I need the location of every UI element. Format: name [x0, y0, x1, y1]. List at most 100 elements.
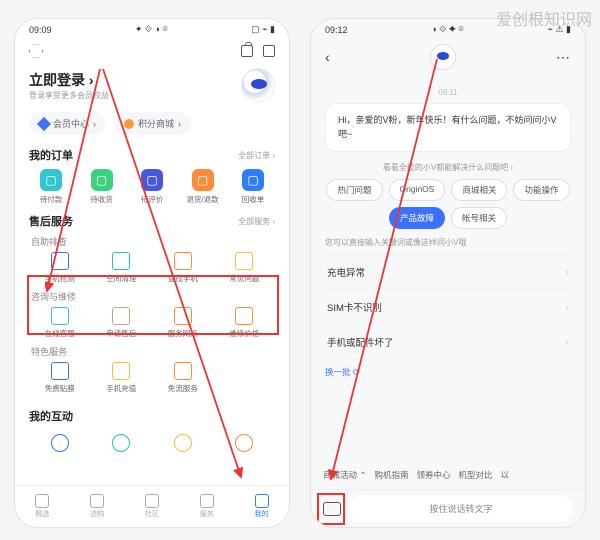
statusbar-left: 09:09 ✦ ⟐ ◑ ⌾ ▢ ⌁ ▮ [15, 19, 289, 40]
login-button[interactable]: 立即登录 › [29, 70, 109, 90]
hint-input: 您可以直接输入关键词或像这样问小V哦 [325, 237, 571, 248]
special-item-2[interactable]: 免流服务 [152, 362, 214, 394]
service-label: 服务网点 [168, 328, 198, 339]
self-check-item-2[interactable]: 查找手机 [152, 252, 214, 284]
order-item-4[interactable]: ▢ 回收单 [231, 169, 275, 205]
consult-item-0[interactable]: 在线客服 [29, 307, 91, 339]
member-center-pill[interactable]: 会员中心› [29, 112, 106, 135]
interact-title: 我的互动 [29, 408, 73, 424]
self-check-item-3[interactable]: 常见问题 [214, 252, 276, 284]
order-icon: ▢ [141, 169, 163, 191]
special-item-0[interactable]: 免费贴膜 [29, 362, 91, 394]
suggestion-4[interactable]: 以 [501, 469, 510, 481]
refresh-button[interactable]: 换一批 ⟳ [325, 366, 571, 378]
cart-icon[interactable] [241, 45, 253, 57]
interact-icon-4[interactable] [235, 434, 253, 452]
chip-3[interactable]: 功能操作 [513, 179, 569, 201]
order-item-2[interactable]: ▢ 待评价 [130, 169, 174, 205]
voice-input[interactable]: 按住说话转文字 [349, 495, 573, 522]
suggestion-0[interactable]: 商城活动 ⌃ [323, 469, 366, 481]
service-icon [112, 362, 130, 380]
message-icon[interactable] [263, 45, 275, 57]
nav-label: 服务 [200, 509, 214, 519]
chip-5[interactable]: 帐号相关 [451, 207, 507, 229]
order-icon: ▢ [242, 169, 264, 191]
order-label: 退货/退款 [186, 194, 218, 205]
settings-icon[interactable] [29, 44, 43, 58]
back-button[interactable]: ‹ [325, 49, 330, 65]
consult-item-2[interactable]: 服务网点 [152, 307, 214, 339]
special-service-subtitle: 特色服务 [31, 345, 275, 358]
nav-label: 社区 [145, 509, 159, 519]
special-item-1[interactable]: 手机充值 [91, 362, 153, 394]
service-icon [51, 307, 69, 325]
nav-label: 选购 [90, 509, 104, 519]
order-item-0[interactable]: ▢ 待付款 [29, 169, 73, 205]
nav-3[interactable]: 服务 [200, 494, 214, 519]
all-services-link[interactable]: 全部服务 › [238, 216, 275, 227]
order-icon: ▢ [91, 169, 113, 191]
suggestion-3[interactable]: 机型对比 [459, 469, 493, 481]
chip-4[interactable]: 产品故障 [389, 207, 445, 229]
consult-repair-subtitle: 咨询与维修 [31, 290, 275, 303]
hint-capabilities[interactable]: 看看全能的小V都能解决什么问题吧 › [325, 162, 571, 173]
watermark: 爱创根知识网 [496, 6, 592, 30]
service-label: 免费贴膜 [45, 383, 75, 394]
chat-timestamp: 09:11 [325, 88, 571, 97]
status-right: ▢ ⌁ ▮ [251, 24, 275, 35]
qa-text: SIM卡不识别 [327, 300, 382, 314]
aftersale-title: 售后服务 [29, 213, 73, 229]
more-icon[interactable]: ⋯ [556, 49, 571, 66]
consult-item-1[interactable]: 申请售后 [91, 307, 153, 339]
status-time: 09:12 [325, 25, 348, 35]
chip-0[interactable]: 热门问题 [326, 179, 382, 201]
qa-item-0[interactable]: 充电异常 › [325, 255, 571, 290]
service-icon [174, 307, 192, 325]
service-icon [174, 252, 192, 270]
nav-icon [200, 494, 214, 508]
chip-1[interactable]: OriginOS [389, 179, 446, 201]
keyboard-icon[interactable] [323, 502, 341, 516]
service-icon [235, 252, 253, 270]
interact-icon-2[interactable] [112, 434, 130, 452]
service-icon [51, 252, 69, 270]
order-item-3[interactable]: ▢ 退货/退款 [181, 169, 225, 205]
nav-0[interactable]: 精选 [35, 494, 49, 519]
all-orders-link[interactable]: 全部订单 › [238, 150, 275, 161]
login-subtitle: 登录享受更多会员权益 [29, 90, 109, 101]
coin-icon [124, 119, 134, 129]
qa-item-1[interactable]: SIM卡不识别 › [325, 290, 571, 325]
qa-item-2[interactable]: 手机或配件坏了 › [325, 325, 571, 360]
service-label: 常见问题 [229, 273, 259, 284]
nav-4[interactable]: 我的 [255, 494, 269, 519]
service-label: 维修价格 [229, 328, 259, 339]
nav-icon [255, 494, 269, 508]
suggestion-1[interactable]: 购机指南 [374, 469, 408, 481]
self-check-item-0[interactable]: 手机检测 [29, 252, 91, 284]
avatar[interactable] [241, 68, 275, 102]
diamond-icon [37, 116, 51, 130]
phone-right: 09:12 ◑ ⟐ ✦ ⌾ ⌁ ⚠ ▮ ‹ ⋯ 09:11 Hi，亲爱的V粉，新… [310, 18, 586, 528]
nav-2[interactable]: 社区 [145, 494, 159, 519]
service-icon [112, 252, 130, 270]
qa-text: 手机或配件坏了 [327, 335, 394, 349]
order-item-1[interactable]: ▢ 待收货 [80, 169, 124, 205]
nav-1[interactable]: 选购 [90, 494, 104, 519]
order-icon: ▢ [192, 169, 214, 191]
points-mall-pill[interactable]: 积分商城› [114, 112, 191, 135]
status-indicators: ✦ ⟐ ◑ ⌾ [135, 24, 168, 35]
self-check-item-1[interactable]: 空间清理 [91, 252, 153, 284]
nav-label: 精选 [35, 509, 49, 519]
service-label: 在线客服 [45, 328, 75, 339]
nav-icon [35, 494, 49, 508]
chevron-right-icon: › [566, 302, 569, 313]
service-label: 手机检测 [45, 273, 75, 284]
consult-item-3[interactable]: 维修价格 [214, 307, 276, 339]
interact-icon-1[interactable] [51, 434, 69, 452]
interact-icon-3[interactable] [174, 434, 192, 452]
chip-2[interactable]: 商城相关 [451, 179, 507, 201]
order-label: 待付款 [40, 194, 63, 205]
service-label: 手机充值 [106, 383, 136, 394]
suggestion-2[interactable]: 领券中心 [417, 469, 451, 481]
self-check-subtitle: 自助排查 [31, 235, 275, 248]
